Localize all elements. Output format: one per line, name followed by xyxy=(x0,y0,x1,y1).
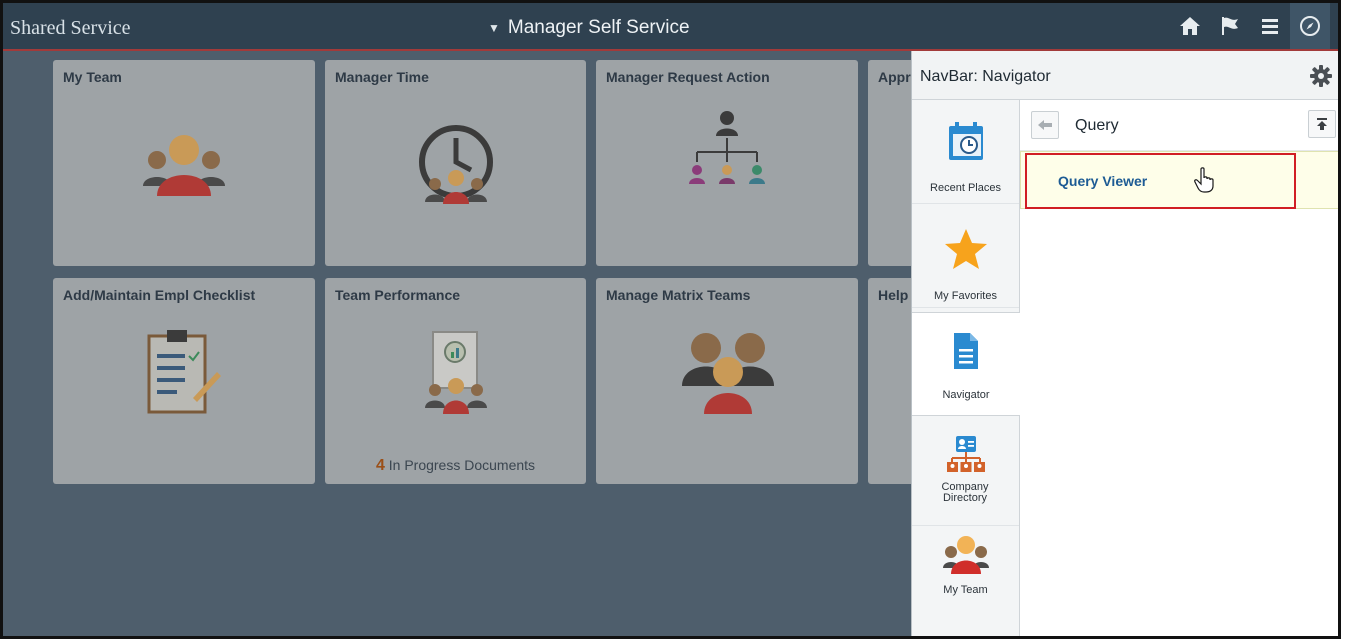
clock-team-icon xyxy=(419,125,493,204)
side-item-recent-places[interactable]: Recent Places xyxy=(912,100,1019,204)
side-item-label: My Favorites xyxy=(934,290,997,302)
side-item-company-directory[interactable]: Company Directory xyxy=(912,416,1019,526)
team-icon xyxy=(942,536,989,574)
side-item-my-team[interactable]: My Team xyxy=(912,526,1019,630)
tile-title: Add/Maintain Empl Checklist xyxy=(63,287,256,303)
tile-manage-matrix-teams[interactable]: Manage Matrix Teams xyxy=(596,278,858,484)
navbar-title: NavBar: Navigator xyxy=(920,68,1051,85)
navbar-side-menu: Recent Places My Favorites Navigator Com… xyxy=(912,100,1020,636)
homepage-title: Manager Self Service xyxy=(507,17,690,38)
gear-icon[interactable] xyxy=(1310,65,1332,92)
tile-manager-request-action[interactable]: Manager Request Action xyxy=(596,60,858,266)
back-to-top-icon[interactable] xyxy=(1308,110,1336,138)
menu-icon[interactable] xyxy=(1250,3,1290,49)
navbar-panel: NavBar: Navigator Recent Places My Favor… xyxy=(911,51,1338,636)
tile-title: Appr xyxy=(878,69,911,85)
navbar-header: NavBar: Navigator xyxy=(912,51,1338,100)
brand-label: Shared Service xyxy=(10,17,131,39)
navigator-content: Query Query Viewer xyxy=(1020,100,1338,636)
side-item-label: Recent Places xyxy=(930,182,1001,194)
home-icon[interactable] xyxy=(1170,3,1210,49)
tile-team-performance[interactable]: Team Performance 4 In Progress Documents xyxy=(325,278,586,484)
tile-add-maintain-empl-checklist[interactable]: Add/Maintain Empl Checklist xyxy=(53,278,315,484)
tile-title: My Team xyxy=(63,69,122,85)
performance-icon xyxy=(425,331,487,414)
tile-my-team[interactable]: My Team xyxy=(53,60,315,266)
highlight-box xyxy=(1025,153,1296,209)
document-icon xyxy=(954,333,978,369)
compass-icon[interactable] xyxy=(1290,3,1330,49)
tile-manager-time[interactable]: Manager Time xyxy=(325,60,586,266)
tile-title: Manage Matrix Teams xyxy=(606,287,751,303)
hand-cursor-icon xyxy=(1194,167,1214,193)
app-frame: Shared Service ▼ Manager Self Service My… xyxy=(0,0,1341,639)
tile-title: Team Performance xyxy=(335,287,461,303)
top-bar: Shared Service ▼ Manager Self Service xyxy=(3,3,1338,51)
top-icons xyxy=(1170,3,1330,49)
homepage-selector[interactable]: ▼ Manager Self Service xyxy=(488,17,690,39)
checklist-icon xyxy=(147,330,221,414)
in-progress-label: In Progress Documents xyxy=(384,457,536,473)
directory-icon xyxy=(946,436,985,472)
calendar-clock-icon xyxy=(948,122,983,160)
matrix-team-icon xyxy=(682,333,774,414)
side-item-label: My Team xyxy=(943,584,988,596)
side-item-label: Navigator xyxy=(942,389,990,401)
side-item-label: Company Directory xyxy=(941,481,989,504)
flag-icon[interactable] xyxy=(1210,3,1250,49)
org-chart-icon xyxy=(689,111,765,184)
in-progress-count: 4 xyxy=(375,457,385,474)
folder-title: Query xyxy=(1075,117,1119,134)
team-icon xyxy=(143,135,225,196)
side-item-my-favorites[interactable]: My Favorites xyxy=(912,204,1019,308)
tile-footer: 4 In Progress Documents xyxy=(325,457,586,475)
side-item-navigator[interactable]: Navigator xyxy=(912,312,1020,416)
star-icon xyxy=(944,229,987,269)
tile-title: Manager Time xyxy=(335,69,429,85)
chevron-down-icon: ▼ xyxy=(488,21,500,35)
folder-header: Query xyxy=(1020,100,1338,151)
tile-title: Manager Request Action xyxy=(606,69,770,85)
back-arrow-icon[interactable] xyxy=(1031,111,1059,139)
tile-title: Help xyxy=(878,287,909,303)
